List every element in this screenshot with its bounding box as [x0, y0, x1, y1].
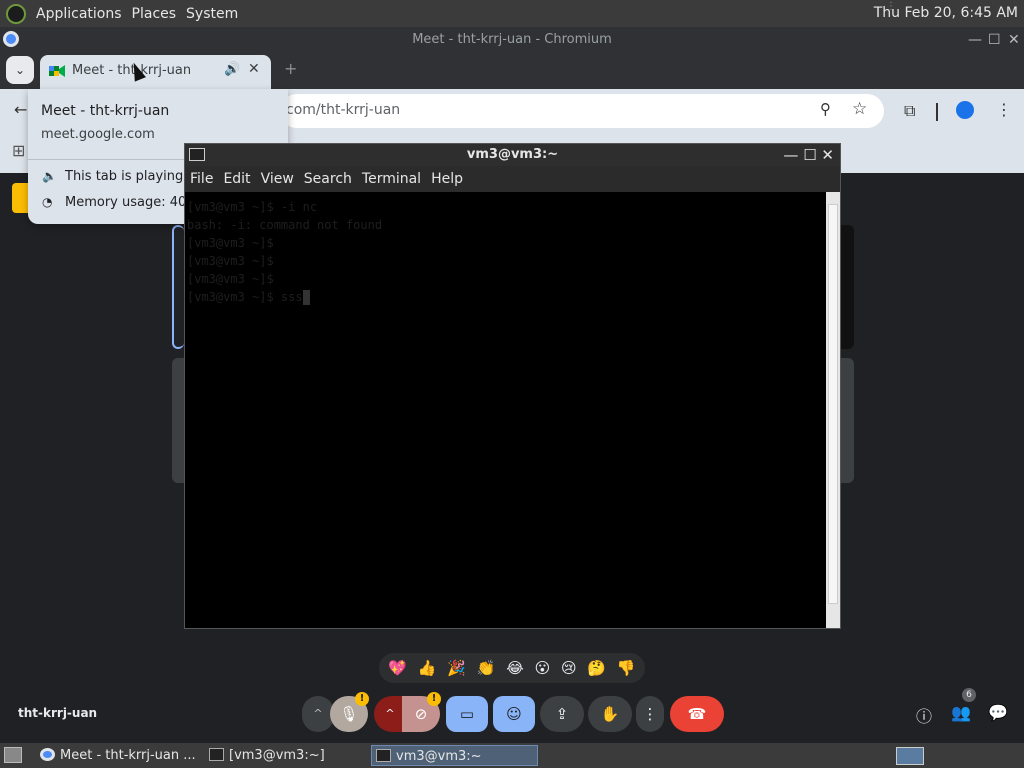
emoji-reactions-button[interactable]: ☺ — [493, 696, 535, 732]
taskbar-item-terminal[interactable]: [vm3@vm3:~] — [205, 745, 368, 766]
terminal-window-controls: — ☐ ✕ — [783, 144, 834, 166]
hover-card-audio: This tab is playing au — [65, 169, 204, 184]
bottom-taskbar: Meet - tht-krrj-uan ... [vm3@vm3:~] vm3@… — [0, 743, 1024, 768]
url-text: com/tht-krrj-uan — [286, 102, 401, 118]
menu-file[interactable]: File — [190, 171, 213, 187]
toolbar-divider — [936, 103, 938, 121]
hover-card-title: Meet - tht-krrj-uan — [41, 103, 170, 119]
chromium-icon — [3, 31, 19, 47]
participant-tile-active[interactable] — [172, 225, 184, 349]
places-menu[interactable]: Places — [132, 6, 177, 22]
terminal-minimize-icon[interactable]: — — [783, 146, 798, 164]
present-screen-button[interactable]: ⇪ — [540, 696, 584, 732]
back-icon[interactable]: ← — [14, 100, 27, 119]
reaction-heart-icon[interactable]: 💖 — [388, 659, 407, 677]
chrome-menu-icon[interactable]: ⋮ — [996, 100, 1012, 119]
meeting-info-icon[interactable]: ⓘ — [916, 703, 932, 727]
window-title: Meet - tht-krrj-uan - Chromium — [412, 32, 612, 47]
terminal-line: [vm3@vm3 ~]$ -i nc — [187, 200, 318, 214]
menu-help[interactable]: Help — [431, 171, 463, 187]
mic-warning-icon: ! — [355, 692, 369, 706]
terminal-menubar: File Edit View Search Terminal Help — [185, 166, 840, 192]
close-tab-icon[interactable]: ✕ — [248, 61, 260, 77]
taskbar-item-label: [vm3@vm3:~] — [229, 748, 325, 763]
terminal-line: [vm3@vm3 ~]$ — [187, 236, 274, 250]
terminal-line: [vm3@vm3 ~]$ — [187, 272, 274, 286]
maximize-icon[interactable]: ☐ — [988, 27, 1001, 53]
terminal-line-current: [vm3@vm3 ~]$ sss — [187, 288, 824, 306]
tab-meet[interactable]: Meet - tht-krrj-uan 🔊 ✕ — [40, 55, 271, 89]
reaction-thumbs-up-icon[interactable]: 👍 — [418, 659, 437, 677]
speaker-icon: 🔈 — [42, 169, 57, 183]
extensions-icon[interactable]: ⧉ — [904, 101, 915, 121]
reaction-surprised-icon[interactable]: 😮 — [535, 659, 551, 677]
terminal-icon — [376, 749, 391, 762]
menu-edit[interactable]: Edit — [223, 171, 250, 187]
address-bar[interactable]: com/tht-krrj-uan ⚲ ☆ — [280, 94, 884, 128]
reaction-sad-icon[interactable]: 😢 — [561, 659, 577, 677]
taskbar-item-chromium[interactable]: Meet - tht-krrj-uan ... — [36, 745, 202, 766]
reaction-thinking-icon[interactable]: 🤔 — [587, 659, 606, 677]
meet-favicon-icon — [49, 65, 65, 77]
taskbar-item-terminal-active[interactable]: vm3@vm3:~ — [371, 745, 538, 766]
terminal-window[interactable]: vm3@vm3:~ — ☐ ✕ File Edit View Search Te… — [184, 143, 841, 629]
menu-search[interactable]: Search — [304, 171, 352, 187]
search-icon[interactable]: ⚲ — [820, 100, 831, 118]
show-desktop-icon[interactable] — [4, 747, 22, 763]
participant-tile[interactable] — [840, 358, 854, 483]
minimize-icon[interactable]: — — [968, 27, 982, 53]
menu-terminal[interactable]: Terminal — [362, 171, 421, 187]
memory-icon: ◔ — [42, 195, 53, 209]
people-icon[interactable]: 👥 — [951, 703, 971, 722]
taskbar-item-label: Meet - tht-krrj-uan ... — [60, 748, 196, 763]
terminal-titlebar[interactable]: vm3@vm3:~ — ☐ ✕ — [185, 144, 840, 166]
people-count-badge: 6 — [962, 688, 976, 702]
clock[interactable]: Thu Feb 20, 6:45 AM — [874, 5, 1018, 21]
profile-avatar-icon[interactable] — [956, 101, 974, 119]
camera-warning-icon: ! — [427, 692, 441, 706]
hover-card-domain: meet.google.com — [41, 127, 155, 142]
gnome-logo-icon[interactable] — [6, 3, 26, 24]
workspace-switcher[interactable] — [896, 747, 924, 765]
tab-search-button[interactable]: ⌄ — [6, 56, 34, 84]
tab-strip: ⌄ Meet - tht-krrj-uan 🔊 ✕ + — [0, 53, 1024, 89]
reaction-clap-icon[interactable]: 👏 — [477, 659, 496, 677]
applications-menu[interactable]: Applications — [36, 6, 122, 22]
meeting-code: tht-krrj-uan — [18, 706, 98, 720]
menu-view[interactable]: View — [261, 171, 294, 187]
bookmark-star-icon[interactable]: ☆ — [852, 99, 867, 119]
terminal-cursor — [302, 290, 310, 305]
terminal-icon — [209, 748, 224, 761]
chat-icon[interactable]: 💬 — [988, 703, 1008, 722]
reaction-laugh-icon[interactable]: 😂 — [506, 659, 524, 677]
participant-tile[interactable] — [840, 225, 854, 349]
terminal-line: [vm3@vm3 ~]$ — [187, 254, 274, 268]
reactions-bar: 💖 👍 🎉 👏 😂 😮 😢 🤔 👎 — [379, 653, 645, 683]
more-options-button[interactable]: ⋮ — [636, 696, 664, 732]
taskbar-item-label: vm3@vm3:~ — [396, 749, 482, 764]
audio-playing-icon[interactable]: 🔊 — [224, 62, 240, 77]
terminal-output[interactable]: [vm3@vm3 ~]$ -i nc bash: -i: command not… — [185, 192, 826, 628]
terminal-close-icon[interactable]: ✕ — [821, 146, 834, 164]
chromium-icon — [40, 748, 55, 761]
reaction-party-icon[interactable]: 🎉 — [447, 659, 466, 677]
scrollbar-thumb[interactable] — [828, 204, 838, 604]
close-window-icon[interactable]: ✕ — [1008, 27, 1020, 53]
terminal-title: vm3@vm3:~ — [466, 147, 559, 162]
terminal-prompt: [vm3@vm3 ~]$ sss — [187, 290, 303, 304]
raise-hand-button[interactable]: ✋ — [588, 696, 632, 732]
apps-grid-icon[interactable]: ⊞ — [12, 141, 25, 160]
reaction-thumbs-down-icon[interactable]: 👎 — [617, 659, 636, 677]
terminal-line: bash: -i: command not found — [187, 218, 383, 232]
terminal-icon — [189, 148, 205, 161]
window-titlebar: Meet - tht-krrj-uan - Chromium — ☐ ✕ — [0, 27, 1024, 53]
captions-button[interactable]: ▭ — [446, 696, 488, 732]
top-panel: Applications Places System ⋮ Thu Feb 20,… — [0, 0, 1024, 27]
leave-call-button[interactable]: ☎ — [670, 696, 724, 732]
new-tab-icon[interactable]: + — [284, 59, 297, 78]
hover-card-memory: Memory usage: 408 — [65, 195, 195, 210]
terminal-maximize-icon[interactable]: ☐ — [803, 146, 816, 164]
terminal-scrollbar[interactable] — [826, 192, 840, 628]
system-menu[interactable]: System — [186, 6, 238, 22]
